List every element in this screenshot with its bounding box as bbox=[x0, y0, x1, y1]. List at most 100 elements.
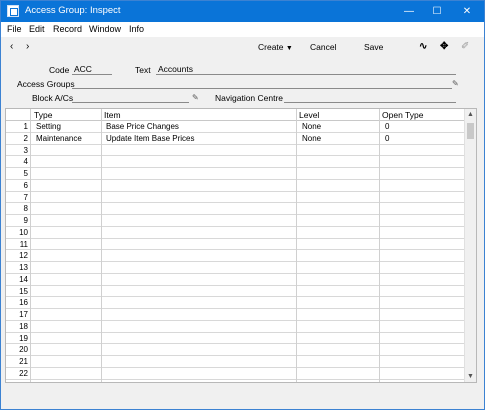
chevron-down-icon: ▼ bbox=[285, 45, 293, 52]
row-number: 6 bbox=[23, 180, 28, 190]
table-row[interactable]: 13 bbox=[6, 262, 464, 274]
text-field[interactable]: Accounts bbox=[156, 64, 456, 75]
row-number: 22 bbox=[19, 368, 28, 378]
row-number: 5 bbox=[23, 169, 28, 178]
pencil-icon[interactable]: ✎ bbox=[192, 93, 199, 102]
row-number: 7 bbox=[23, 192, 28, 202]
row-number: 11 bbox=[19, 239, 28, 249]
row-number: 17 bbox=[19, 310, 28, 319]
table-row[interactable]: 18 bbox=[6, 321, 464, 333]
column-divider bbox=[101, 109, 102, 382]
row-number: 19 bbox=[19, 333, 28, 343]
table-row[interactable]: 6 bbox=[6, 180, 464, 192]
menu-record[interactable]: Record bbox=[53, 24, 82, 34]
table-row[interactable]: 1 Setting Base Price Changes None 0 bbox=[6, 121, 464, 133]
table-row[interactable]: 7 bbox=[6, 192, 464, 204]
scroll-down-icon[interactable]: ▼ bbox=[465, 371, 476, 382]
row-number: 9 bbox=[23, 216, 28, 225]
column-divider bbox=[30, 109, 31, 382]
menu-bar: File Edit Record Window Info bbox=[1, 22, 484, 37]
cell-item[interactable]: Update Item Base Prices bbox=[106, 134, 194, 143]
save-button[interactable]: Save bbox=[364, 42, 383, 52]
access-groups-field[interactable] bbox=[72, 78, 452, 89]
table-row[interactable]: 16 bbox=[6, 297, 464, 309]
text-label: Text bbox=[135, 65, 151, 75]
window-title: Access Group: Inspect bbox=[25, 5, 121, 16]
maximize-icon[interactable]: ☐ bbox=[423, 1, 451, 22]
create-button-label: Create bbox=[258, 42, 284, 52]
cell-type[interactable]: Maintenance bbox=[36, 134, 82, 143]
row-number: 14 bbox=[19, 274, 28, 284]
block-acs-field[interactable] bbox=[72, 92, 189, 103]
row-number: 2 bbox=[23, 133, 28, 143]
menu-file[interactable]: File bbox=[7, 24, 22, 34]
column-divider bbox=[379, 109, 380, 382]
back-icon[interactable]: ‹ bbox=[10, 41, 13, 52]
expand-icon[interactable]: ✥ bbox=[440, 41, 448, 52]
title-bar: Access Group: Inspect — ☐ ✕ bbox=[1, 1, 484, 22]
row-number: 12 bbox=[19, 251, 28, 261]
table-row[interactable]: 15 bbox=[6, 286, 464, 298]
code-field[interactable]: ACC bbox=[72, 64, 112, 75]
row-number: 10 bbox=[19, 227, 28, 237]
table-row[interactable]: 3 bbox=[6, 145, 464, 157]
cell-type[interactable]: Setting bbox=[36, 122, 61, 131]
minimize-icon[interactable]: — bbox=[395, 1, 423, 22]
block-acs-label: Block A/Cs bbox=[32, 93, 74, 103]
table-row[interactable]: 20 bbox=[6, 344, 464, 356]
access-groups-label: Access Groups bbox=[17, 79, 75, 89]
row-number: 8 bbox=[23, 204, 28, 214]
cell-level[interactable]: None bbox=[302, 134, 321, 143]
table-row[interactable]: 21 bbox=[6, 356, 464, 368]
column-header-type[interactable]: Type bbox=[34, 110, 52, 120]
scrollbar-thumb[interactable] bbox=[467, 123, 474, 139]
cancel-button[interactable]: Cancel bbox=[310, 42, 336, 52]
table-row[interactable]: 22 bbox=[6, 368, 464, 380]
cell-open-type[interactable]: 0 bbox=[385, 122, 389, 131]
row-number: 20 bbox=[19, 345, 28, 355]
table-row[interactable]: 12 bbox=[6, 250, 464, 262]
cell-open-type[interactable]: 0 bbox=[385, 134, 389, 143]
table-row[interactable]: 10 bbox=[6, 227, 464, 239]
table-row[interactable]: 9 bbox=[6, 215, 464, 227]
row-number: 15 bbox=[19, 286, 28, 296]
vertical-scrollbar[interactable]: ▲ ▼ bbox=[464, 109, 476, 382]
table-row[interactable]: 8 bbox=[6, 203, 464, 215]
code-label: Code bbox=[49, 65, 70, 75]
app-window: Access Group: Inspect — ☐ ✕ File Edit Re… bbox=[0, 0, 485, 410]
column-header-item[interactable]: Item bbox=[104, 110, 121, 120]
table-row[interactable]: 17 bbox=[6, 309, 464, 321]
close-icon[interactable]: ✕ bbox=[453, 1, 481, 22]
column-header-open-type[interactable]: Open Type bbox=[382, 110, 423, 120]
create-button[interactable]: Create ▼ bbox=[258, 42, 293, 52]
items-grid: Type Item Level Open Type 1 Setting Base P… bbox=[5, 108, 477, 383]
table-row[interactable]: 19 bbox=[6, 333, 464, 345]
attachment-icon[interactable]: ✐ bbox=[461, 41, 469, 52]
column-divider bbox=[296, 109, 297, 382]
navigation-centre-field[interactable] bbox=[284, 92, 456, 103]
row-number: 4 bbox=[23, 157, 28, 167]
table-row[interactable]: 14 bbox=[6, 274, 464, 286]
menu-window[interactable]: Window bbox=[89, 24, 121, 34]
toolbar: ‹ › Create ▼ Cancel Save ∿ ✥ ✐ bbox=[1, 37, 484, 59]
cell-item[interactable]: Base Price Changes bbox=[106, 122, 179, 131]
scroll-up-icon[interactable]: ▲ bbox=[465, 109, 476, 120]
grid-header: Type Item Level Open Type bbox=[6, 109, 464, 121]
column-header-level[interactable]: Level bbox=[299, 110, 319, 120]
row-number: 18 bbox=[19, 321, 28, 331]
table-row[interactable]: 4 bbox=[6, 156, 464, 168]
table-row[interactable]: 2 Maintenance Update Item Base Prices None 0 bbox=[6, 133, 464, 145]
menu-edit[interactable]: Edit bbox=[29, 24, 45, 34]
table-row[interactable]: 5 bbox=[6, 168, 464, 180]
navigation-centre-label: Navigation Centre bbox=[215, 93, 284, 103]
cell-level[interactable]: None bbox=[302, 122, 321, 131]
row-number: 1 bbox=[23, 122, 28, 131]
pencil-icon[interactable]: ✎ bbox=[452, 79, 459, 88]
table-row[interactable]: 11 bbox=[6, 239, 464, 251]
row-number: 3 bbox=[23, 145, 28, 155]
menu-info[interactable]: Info bbox=[129, 24, 144, 34]
row-number: 21 bbox=[19, 357, 28, 366]
activity-icon[interactable]: ∿ bbox=[419, 41, 427, 52]
forward-icon[interactable]: › bbox=[26, 41, 29, 52]
app-icon bbox=[7, 5, 19, 17]
